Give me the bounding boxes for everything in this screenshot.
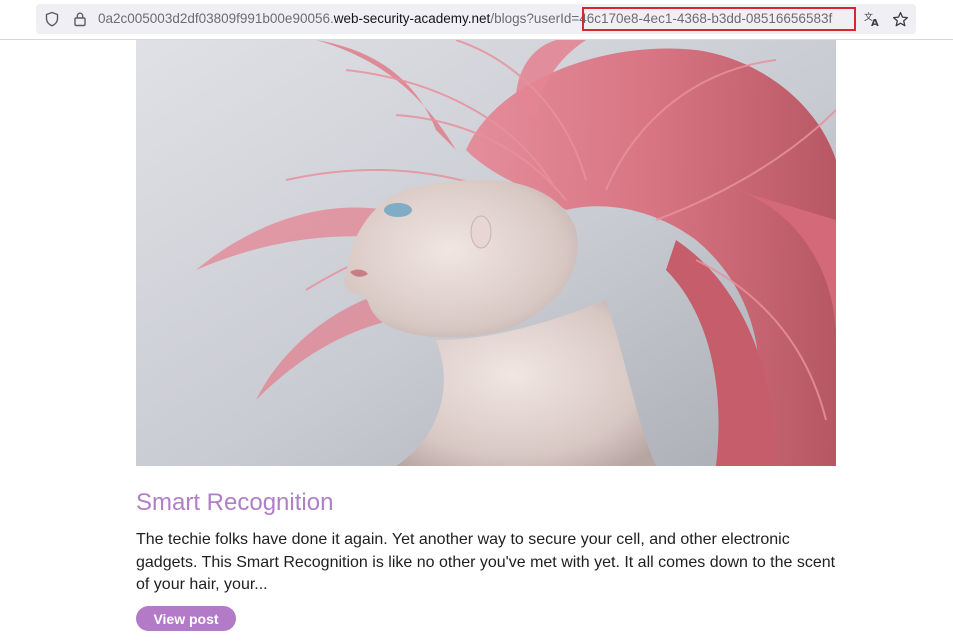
url-domain: web-security-academy.net (333, 11, 491, 26)
url-text[interactable]: 0a2c005003d2df03809f991b00e90056.web-sec… (98, 4, 832, 34)
svg-text:A: A (871, 18, 879, 28)
star-icon[interactable] (890, 4, 910, 34)
browser-toolbar: 0a2c005003d2df03809f991b00e90056.web-sec… (0, 0, 953, 40)
lock-icon[interactable] (71, 4, 89, 34)
url-userid-value: 46c170e8-4ec1-4368-b3dd-08516656583f (579, 11, 833, 26)
view-post-button[interactable]: View post (136, 606, 236, 631)
address-bar[interactable]: 0a2c005003d2df03809f991b00e90056.web-sec… (36, 4, 916, 34)
url-path: /blogs?userId= (490, 11, 580, 26)
translate-icon[interactable]: 文 A (862, 4, 882, 34)
shield-icon[interactable] (43, 4, 61, 34)
url-prefix: 0a2c005003d2df03809f991b00e90056. (98, 11, 334, 26)
post-summary: The techie folks have done it again. Yet… (136, 531, 836, 593)
post-image (136, 40, 836, 466)
post-title[interactable]: Smart Recognition (136, 489, 333, 517)
